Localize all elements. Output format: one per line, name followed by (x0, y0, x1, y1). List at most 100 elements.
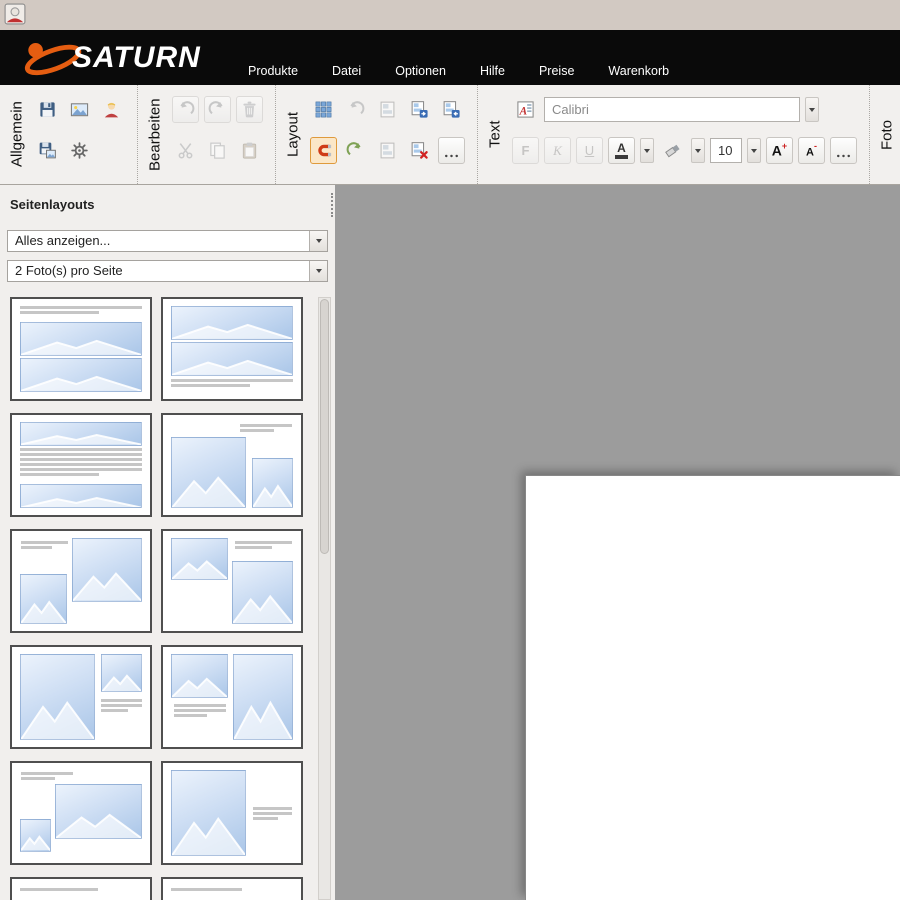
save-image-button[interactable] (34, 137, 61, 164)
dots-button[interactable] (438, 137, 465, 164)
layout-filter-all-select[interactable]: Alles anzeigen... (7, 230, 328, 252)
trash-button[interactable] (236, 96, 263, 123)
copy-button[interactable] (204, 137, 231, 164)
copy-icon (208, 141, 227, 160)
layout-import-icon (442, 100, 461, 119)
photo-placeholder (171, 538, 228, 580)
text-placeholder (20, 306, 142, 320)
gear-icon (70, 141, 89, 160)
layout-thumbnail-7[interactable] (10, 645, 152, 749)
app-icon[interactable] (4, 3, 26, 25)
layout-delete-icon (410, 141, 429, 160)
photo-placeholder (72, 538, 142, 602)
sidebar-splitter-handle[interactable] (331, 193, 333, 217)
app-header: SATURN Produkte Datei Optionen Hilfe Preise W… (0, 30, 900, 85)
ribbon-group-foto: Foto (870, 85, 900, 184)
cut-button[interactable] (172, 137, 199, 164)
layout-thumbnail-11[interactable] (10, 877, 152, 900)
menu-item-preise[interactable]: Preise (539, 64, 574, 78)
menu-item-optionen[interactable]: Optionen (395, 64, 446, 78)
font-color-button[interactable]: A (608, 137, 635, 164)
layout-filter-all-dropdown[interactable] (309, 231, 327, 251)
layout-import-button[interactable] (438, 96, 465, 123)
text-placeholder (21, 541, 68, 550)
paste-button[interactable] (236, 137, 263, 164)
font-list-button[interactable]: A (512, 96, 539, 123)
rotate-right-button[interactable] (342, 137, 369, 164)
format-eraser-button[interactable] (659, 137, 686, 164)
layout-list-scrollbar[interactable] (318, 297, 331, 900)
format-eraser-icon (663, 141, 682, 160)
layout-thumbnail-9[interactable] (10, 761, 152, 865)
font-color-dropdown-button[interactable] (640, 138, 654, 163)
layout-filter-photos-dropdown[interactable] (309, 261, 327, 281)
layout-filter-photos-select[interactable]: 2 Foto(s) pro Seite (7, 260, 328, 282)
layout-export-icon (410, 100, 429, 119)
gear-button[interactable] (66, 137, 93, 164)
image-export-icon (70, 100, 89, 119)
photo-placeholder (171, 437, 246, 508)
rotate-left-button[interactable] (342, 96, 369, 123)
magnet-button[interactable] (310, 137, 337, 164)
increase-font-button[interactable]: A+ (766, 137, 793, 164)
photo-placeholder (20, 574, 67, 625)
italic-button[interactable]: K (544, 137, 571, 164)
font-size-dropdown-button[interactable] (747, 138, 761, 163)
menu-item-hilfe[interactable]: Hilfe (480, 64, 505, 78)
font-family-select[interactable]: Calibri (544, 97, 800, 122)
photo-placeholder (20, 358, 142, 392)
ribbon-group-allgemein: Allgemein (0, 85, 138, 184)
album-page[interactable] (525, 475, 900, 900)
layout-thumbnail-5[interactable] (10, 529, 152, 633)
layout-export-button[interactable] (406, 96, 433, 123)
brand-text: SATURN (72, 41, 201, 75)
menu-item-produkte[interactable]: Produkte (248, 64, 298, 78)
layout-thumbnail-1[interactable] (10, 297, 152, 401)
layout-paste-button[interactable] (374, 137, 401, 164)
font-family-dropdown-button[interactable] (805, 97, 819, 122)
avatar-button[interactable] (98, 96, 125, 123)
photo-placeholder (252, 458, 294, 509)
scrollbar-thumb[interactable] (320, 299, 329, 554)
text-placeholder (171, 888, 243, 896)
window-titlebar (0, 0, 900, 31)
photo-placeholder (171, 654, 228, 698)
menu-item-datei[interactable]: Datei (332, 64, 361, 78)
menu-item-warenkorb[interactable]: Warenkorb (608, 64, 669, 78)
avatar-icon (102, 100, 121, 119)
rotate-right-icon (346, 141, 365, 160)
header-menu: Produkte Datei Optionen Hilfe Preise Warenkor… (248, 64, 669, 78)
ribbon-toolbar: AllgemeinBearbeitenLayout Text A Calibri… (0, 85, 900, 185)
layout-filter-photos-value: 2 Foto(s) pro Seite (8, 261, 309, 281)
layout-thumbnail-10[interactable] (161, 761, 303, 865)
layout-thumbnail-4[interactable] (161, 413, 303, 517)
bold-button[interactable]: F (512, 137, 539, 164)
format-eraser-dropdown-button[interactable] (691, 138, 705, 163)
underline-button[interactable]: U (576, 137, 603, 164)
decrease-font-button[interactable]: A- (798, 137, 825, 164)
bold-label: F (522, 143, 530, 158)
undo-icon (176, 100, 195, 119)
font-size-select[interactable]: 10 (710, 138, 742, 163)
undo-button[interactable] (172, 96, 199, 123)
grid-button[interactable] (310, 96, 337, 123)
saturn-logo: SATURN (22, 33, 201, 83)
text-placeholder (101, 699, 143, 716)
layout-copy-button[interactable] (374, 96, 401, 123)
redo-button[interactable] (204, 96, 231, 123)
layout-thumbnail-3[interactable] (10, 413, 152, 517)
layout-delete-button[interactable] (406, 137, 433, 164)
workspace-canvas (335, 185, 900, 900)
image-export-button[interactable] (66, 96, 93, 123)
grid-icon (314, 100, 333, 119)
layout-list (10, 297, 303, 900)
text-more-button[interactable] (830, 137, 857, 164)
layout-thumbnail-8[interactable] (161, 645, 303, 749)
chevron-down-icon (809, 108, 815, 112)
redo-icon (208, 100, 227, 119)
layout-thumbnail-6[interactable] (161, 529, 303, 633)
save-button[interactable] (34, 96, 61, 123)
layout-thumbnail-2[interactable] (161, 297, 303, 401)
text-placeholder (174, 704, 226, 721)
layout-thumbnail-12[interactable] (161, 877, 303, 900)
